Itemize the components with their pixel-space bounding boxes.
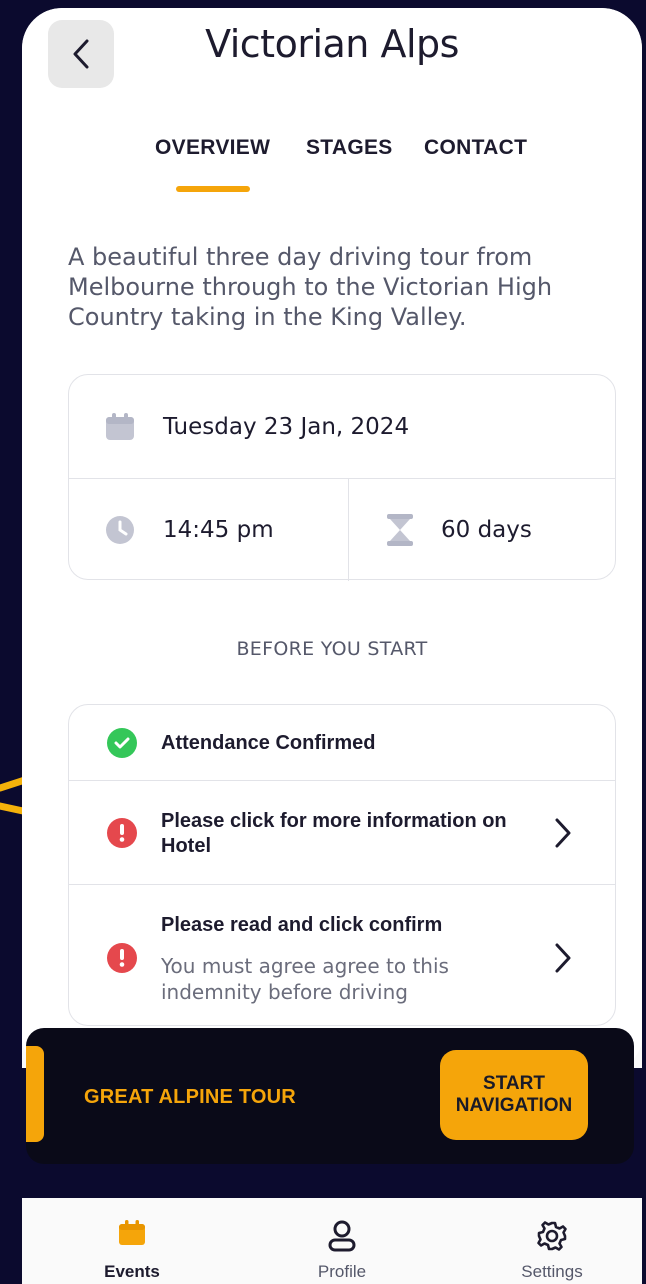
tab-stages[interactable]: STAGES — [306, 136, 393, 160]
event-banner: GREAT ALPINE TOUR START NAVIGATION — [26, 1028, 634, 1164]
event-info-card: Tuesday 23 Jan, 2024 14:45 pm 60 days — [68, 374, 616, 581]
checklist-item-title: Please read and click confirm — [161, 914, 443, 936]
calendar-icon — [106, 412, 134, 440]
alert-circle-icon — [107, 818, 137, 848]
event-overview-screen: Victorian Alps OVERVIEW STAGES CONTACT A… — [22, 8, 642, 1068]
hourglass-icon — [387, 514, 413, 546]
event-time: 14:45 pm — [163, 517, 274, 543]
before-you-start-checklist: Attendance Confirmed Please click for mo… — [68, 704, 616, 1026]
event-description: A beautiful three day driving tour from … — [68, 243, 553, 331]
event-date: Tuesday 23 Jan, 2024 — [163, 413, 410, 440]
banner-title: GREAT ALPINE TOUR — [84, 1086, 296, 1108]
tabbar-label: Settings — [521, 1262, 583, 1281]
bottom-tab-bar: Events Profile Settings — [22, 1198, 642, 1284]
active-tab-indicator — [176, 186, 250, 192]
time-cell: 14:45 pm — [69, 479, 349, 581]
checklist-item-attendance: Attendance Confirmed — [69, 705, 615, 781]
clock-icon — [106, 516, 134, 544]
section-heading: BEFORE YOU START — [236, 638, 428, 660]
tabbar-item-settings[interactable]: Settings — [482, 1198, 622, 1284]
gear-icon — [537, 1221, 567, 1251]
event-duration: 60 days — [441, 517, 532, 543]
checklist-item-hotel[interactable]: Please click for more information on Hot… — [69, 781, 615, 885]
date-row: Tuesday 23 Jan, 2024 — [69, 375, 615, 479]
tab-bar-top: OVERVIEW STAGES CONTACT — [22, 136, 642, 196]
checklist-item-subtitle: You must agree agree to this indemnity b… — [161, 954, 449, 1004]
duration-cell: 60 days — [349, 479, 615, 581]
start-navigation-button[interactable]: START NAVIGATION — [440, 1050, 588, 1140]
banner-accent-bar — [26, 1046, 44, 1142]
alert-circle-icon — [107, 943, 137, 973]
tabbar-item-profile[interactable]: Profile — [272, 1198, 412, 1284]
calendar-icon — [119, 1220, 145, 1245]
tabbar-item-events[interactable]: Events — [62, 1198, 202, 1284]
checklist-item-indemnity[interactable]: Please read and click confirm You must a… — [69, 885, 615, 1025]
tab-contact[interactable]: CONTACT — [424, 136, 527, 160]
tab-overview[interactable]: OVERVIEW — [155, 136, 270, 160]
tabbar-label: Events — [104, 1262, 160, 1281]
chevron-right-icon — [555, 943, 571, 973]
checklist-item-title: Attendance Confirmed — [161, 732, 376, 754]
page-title: Victorian Alps — [205, 22, 459, 66]
tabbar-label: Profile — [317, 1262, 367, 1281]
check-circle-icon — [107, 728, 137, 758]
checklist-item-title: Please click for more information on Hot… — [161, 810, 507, 857]
user-icon — [328, 1220, 356, 1252]
chevron-right-icon — [555, 818, 571, 848]
